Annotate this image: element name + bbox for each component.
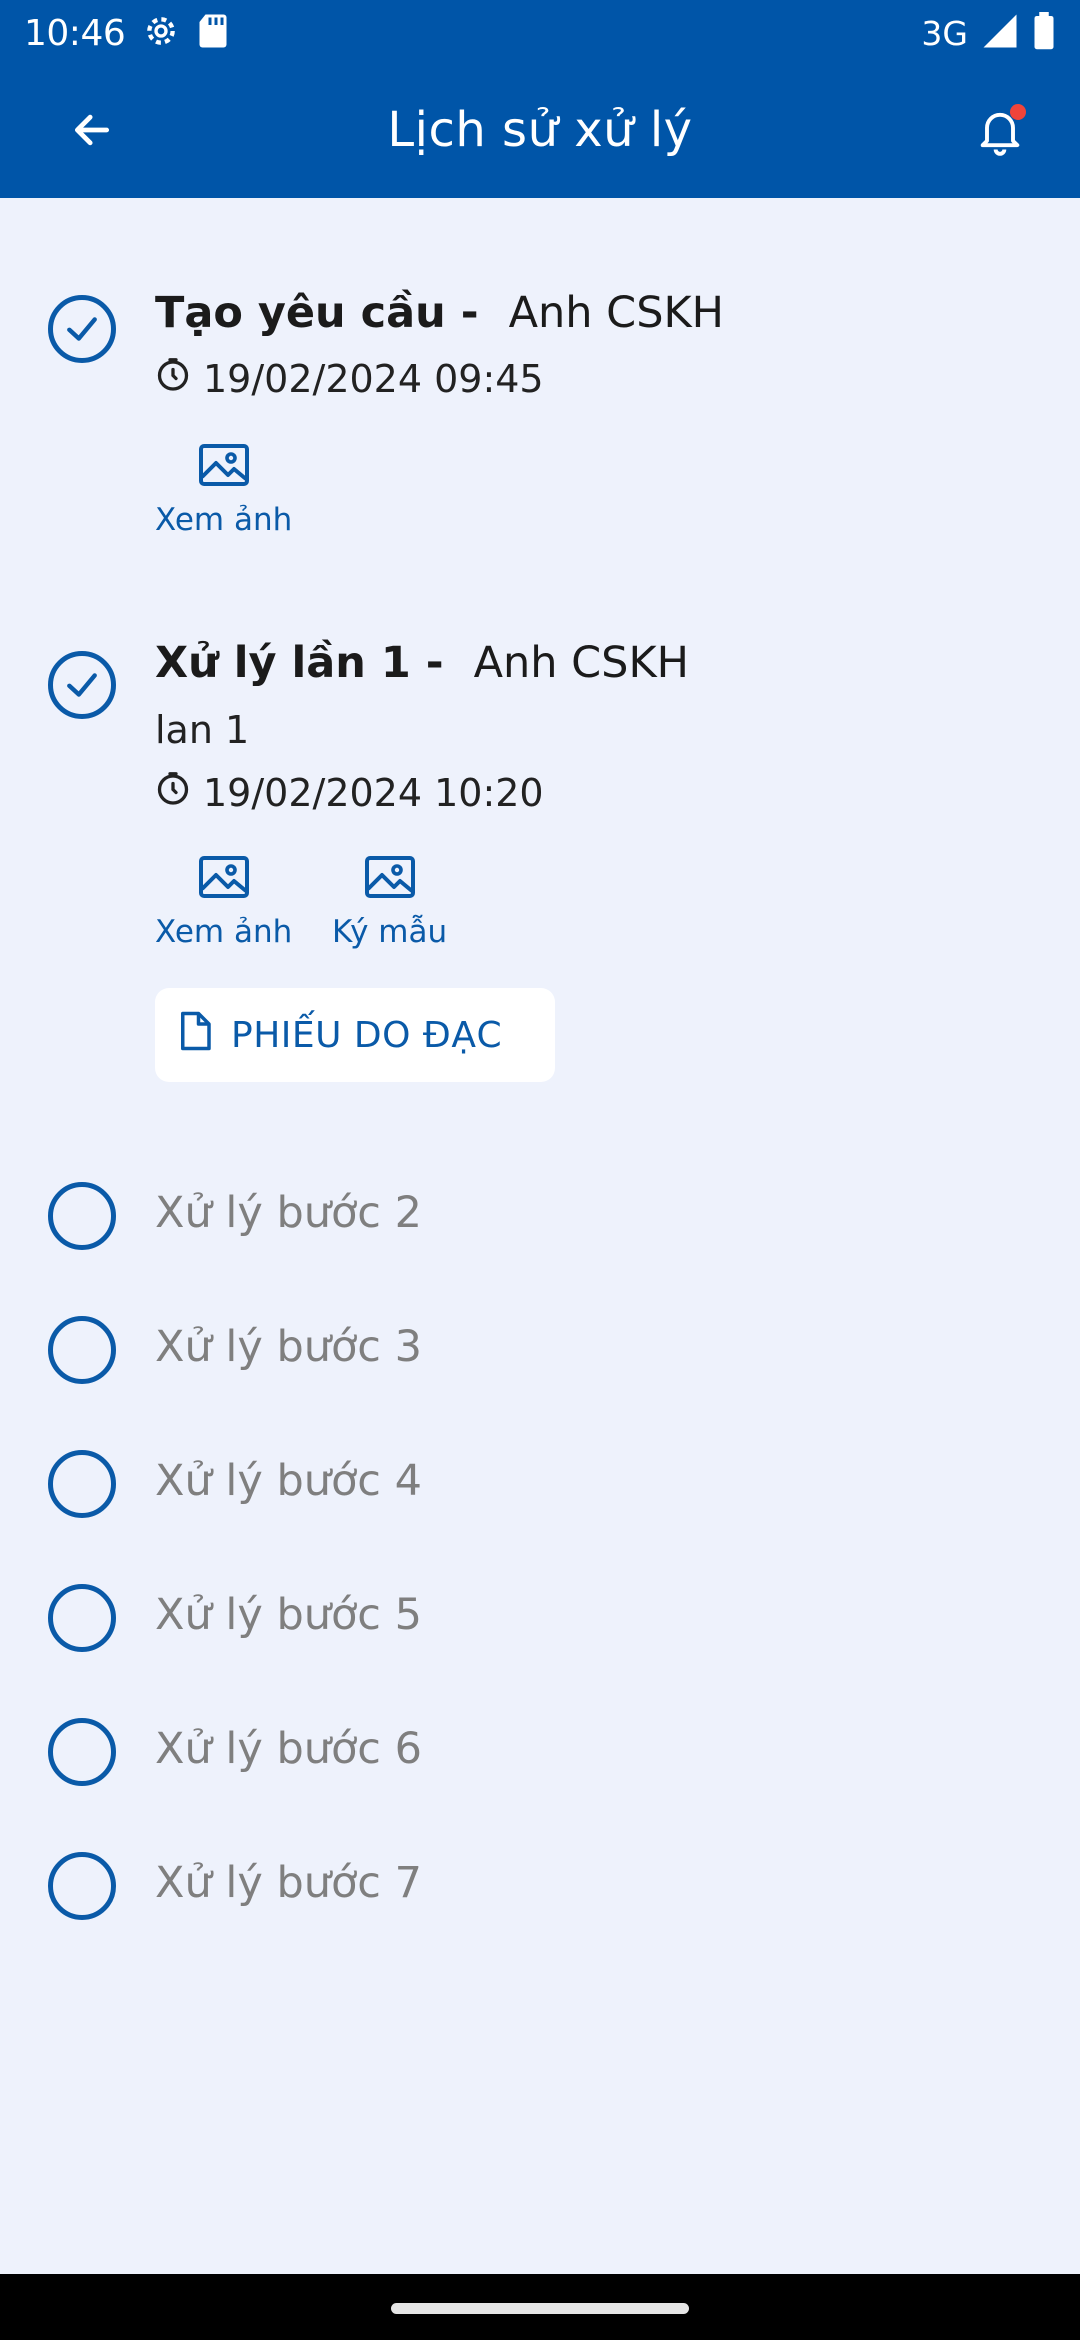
- document-button-label: PHIẾU DO ĐẠC: [231, 1014, 503, 1056]
- settings-icon: [141, 11, 181, 55]
- step-title-row: Tạo yêu cầu - Anh CSKH: [155, 288, 724, 338]
- empty-circle-icon: [48, 1316, 116, 1384]
- home-gesture-handle[interactable]: [391, 2303, 689, 2314]
- step-time: 19/02/2024 10:20: [155, 770, 544, 815]
- sd-card-icon: [197, 13, 229, 53]
- document-icon: [177, 1010, 213, 1061]
- view-image-button[interactable]: Xem ảnh: [155, 442, 292, 538]
- sign-sample-button[interactable]: Ký mẫu: [332, 854, 447, 950]
- image-icon: [198, 854, 250, 908]
- step-timestamp: 19/02/2024 09:45: [203, 356, 544, 401]
- step-timestamp: 19/02/2024 10:20: [203, 770, 544, 815]
- step-note: lan 1: [155, 708, 250, 752]
- page-title: Lịch sử xử lý: [387, 102, 693, 158]
- image-icon: [198, 442, 250, 496]
- pending-step-label: Xử lý bước 5: [155, 1590, 422, 1640]
- step-title-row: Xử lý lần 1 - Anh CSKH: [155, 638, 689, 688]
- clock-icon: [155, 770, 191, 815]
- view-image-button[interactable]: Xem ảnh: [155, 854, 292, 950]
- check-icon: [48, 651, 116, 719]
- pending-step-label: Xử lý bước 6: [155, 1724, 422, 1774]
- notifications-button[interactable]: [964, 100, 1036, 164]
- measurement-form-button[interactable]: PHIẾU DO ĐẠC: [155, 988, 555, 1082]
- app-bar: Lịch sử xử lý: [0, 66, 1080, 198]
- status-bar: 10:46 3G: [0, 0, 1080, 66]
- status-time: 10:46: [24, 12, 126, 54]
- image-icon: [364, 854, 416, 908]
- empty-circle-icon: [48, 1450, 116, 1518]
- check-icon: [48, 295, 116, 363]
- notification-badge: [1010, 104, 1026, 120]
- network-type: 3G: [921, 13, 968, 53]
- signal-icon: [982, 13, 1018, 53]
- step-actor: Anh CSKH: [508, 288, 725, 338]
- pending-step-label: Xử lý bước 3: [155, 1322, 422, 1372]
- empty-circle-icon: [48, 1718, 116, 1786]
- step-actor: Anh CSKH: [473, 638, 690, 688]
- pending-step-label: Xử lý bước 2: [155, 1188, 422, 1238]
- action-label: Ký mẫu: [332, 914, 448, 950]
- empty-circle-icon: [48, 1852, 116, 1920]
- clock-icon: [155, 356, 191, 401]
- status-right: 3G: [921, 12, 1056, 54]
- empty-circle-icon: [48, 1182, 116, 1250]
- empty-circle-icon: [48, 1584, 116, 1652]
- status-left: 10:46: [24, 11, 229, 55]
- pending-step-label: Xử lý bước 7: [155, 1858, 422, 1908]
- action-label: Xem ảnh: [155, 914, 293, 950]
- step-title: Xử lý lần 1 -: [155, 638, 444, 688]
- action-label: Xem ảnh: [155, 502, 293, 538]
- pending-step-label: Xử lý bước 4: [155, 1456, 422, 1506]
- battery-icon: [1032, 12, 1056, 54]
- step-time: 19/02/2024 09:45: [155, 356, 544, 401]
- step-title: Tạo yêu cầu -: [155, 288, 479, 338]
